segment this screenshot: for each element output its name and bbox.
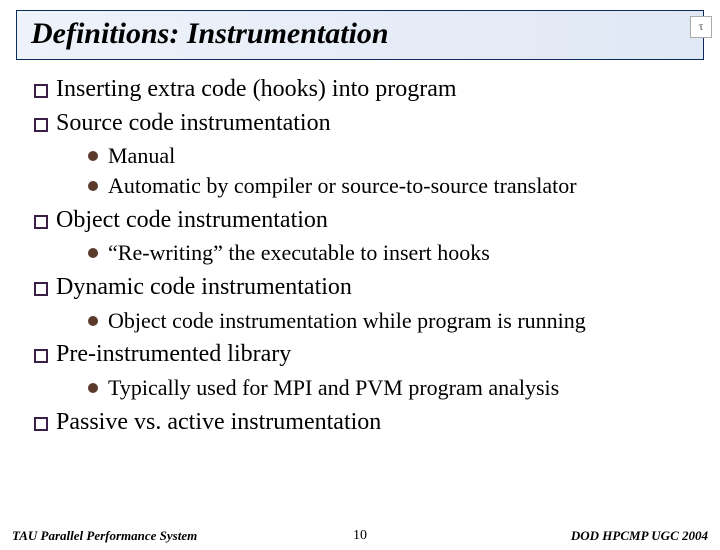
bullet-text: Dynamic code instrumentation (56, 274, 352, 300)
bullet-item: Pre-instrumented library Typically used … (28, 339, 692, 402)
bullet-text: Object code instrumentation (56, 207, 328, 233)
bullet-item: Object code instrumentation “Re-writing”… (28, 205, 692, 268)
subbullet-item: Typically used for MPI and PVM program a… (84, 373, 692, 403)
subbullet-item: Manual (84, 141, 692, 171)
bullet-text: Source code instrumentation (56, 110, 331, 136)
bullet-item: Dynamic code instrumentation Object code… (28, 272, 692, 335)
tau-logo: τ (690, 16, 712, 38)
slide-number: 10 (0, 528, 720, 544)
subbullet-item: “Re-writing” the executable to insert ho… (84, 238, 692, 268)
footer: TAU Parallel Performance System 10 DOD H… (0, 528, 720, 544)
bullet-item: Passive vs. active instrumentation (28, 407, 692, 439)
bullet-text: Pre-instrumented library (56, 341, 291, 367)
bullet-item: Source code instrumentation Manual Autom… (28, 108, 692, 201)
title-bar: Definitions: Instrumentation (16, 10, 704, 60)
slide-title: Definitions: Instrumentation (31, 17, 389, 50)
slide-content: Inserting extra code (hooks) into progra… (0, 60, 720, 438)
subbullet-item: Object code instrumentation while progra… (84, 306, 692, 336)
subbullet-item: Automatic by compiler or source-to-sourc… (84, 171, 692, 201)
bullet-item: Inserting extra code (hooks) into progra… (28, 74, 692, 106)
